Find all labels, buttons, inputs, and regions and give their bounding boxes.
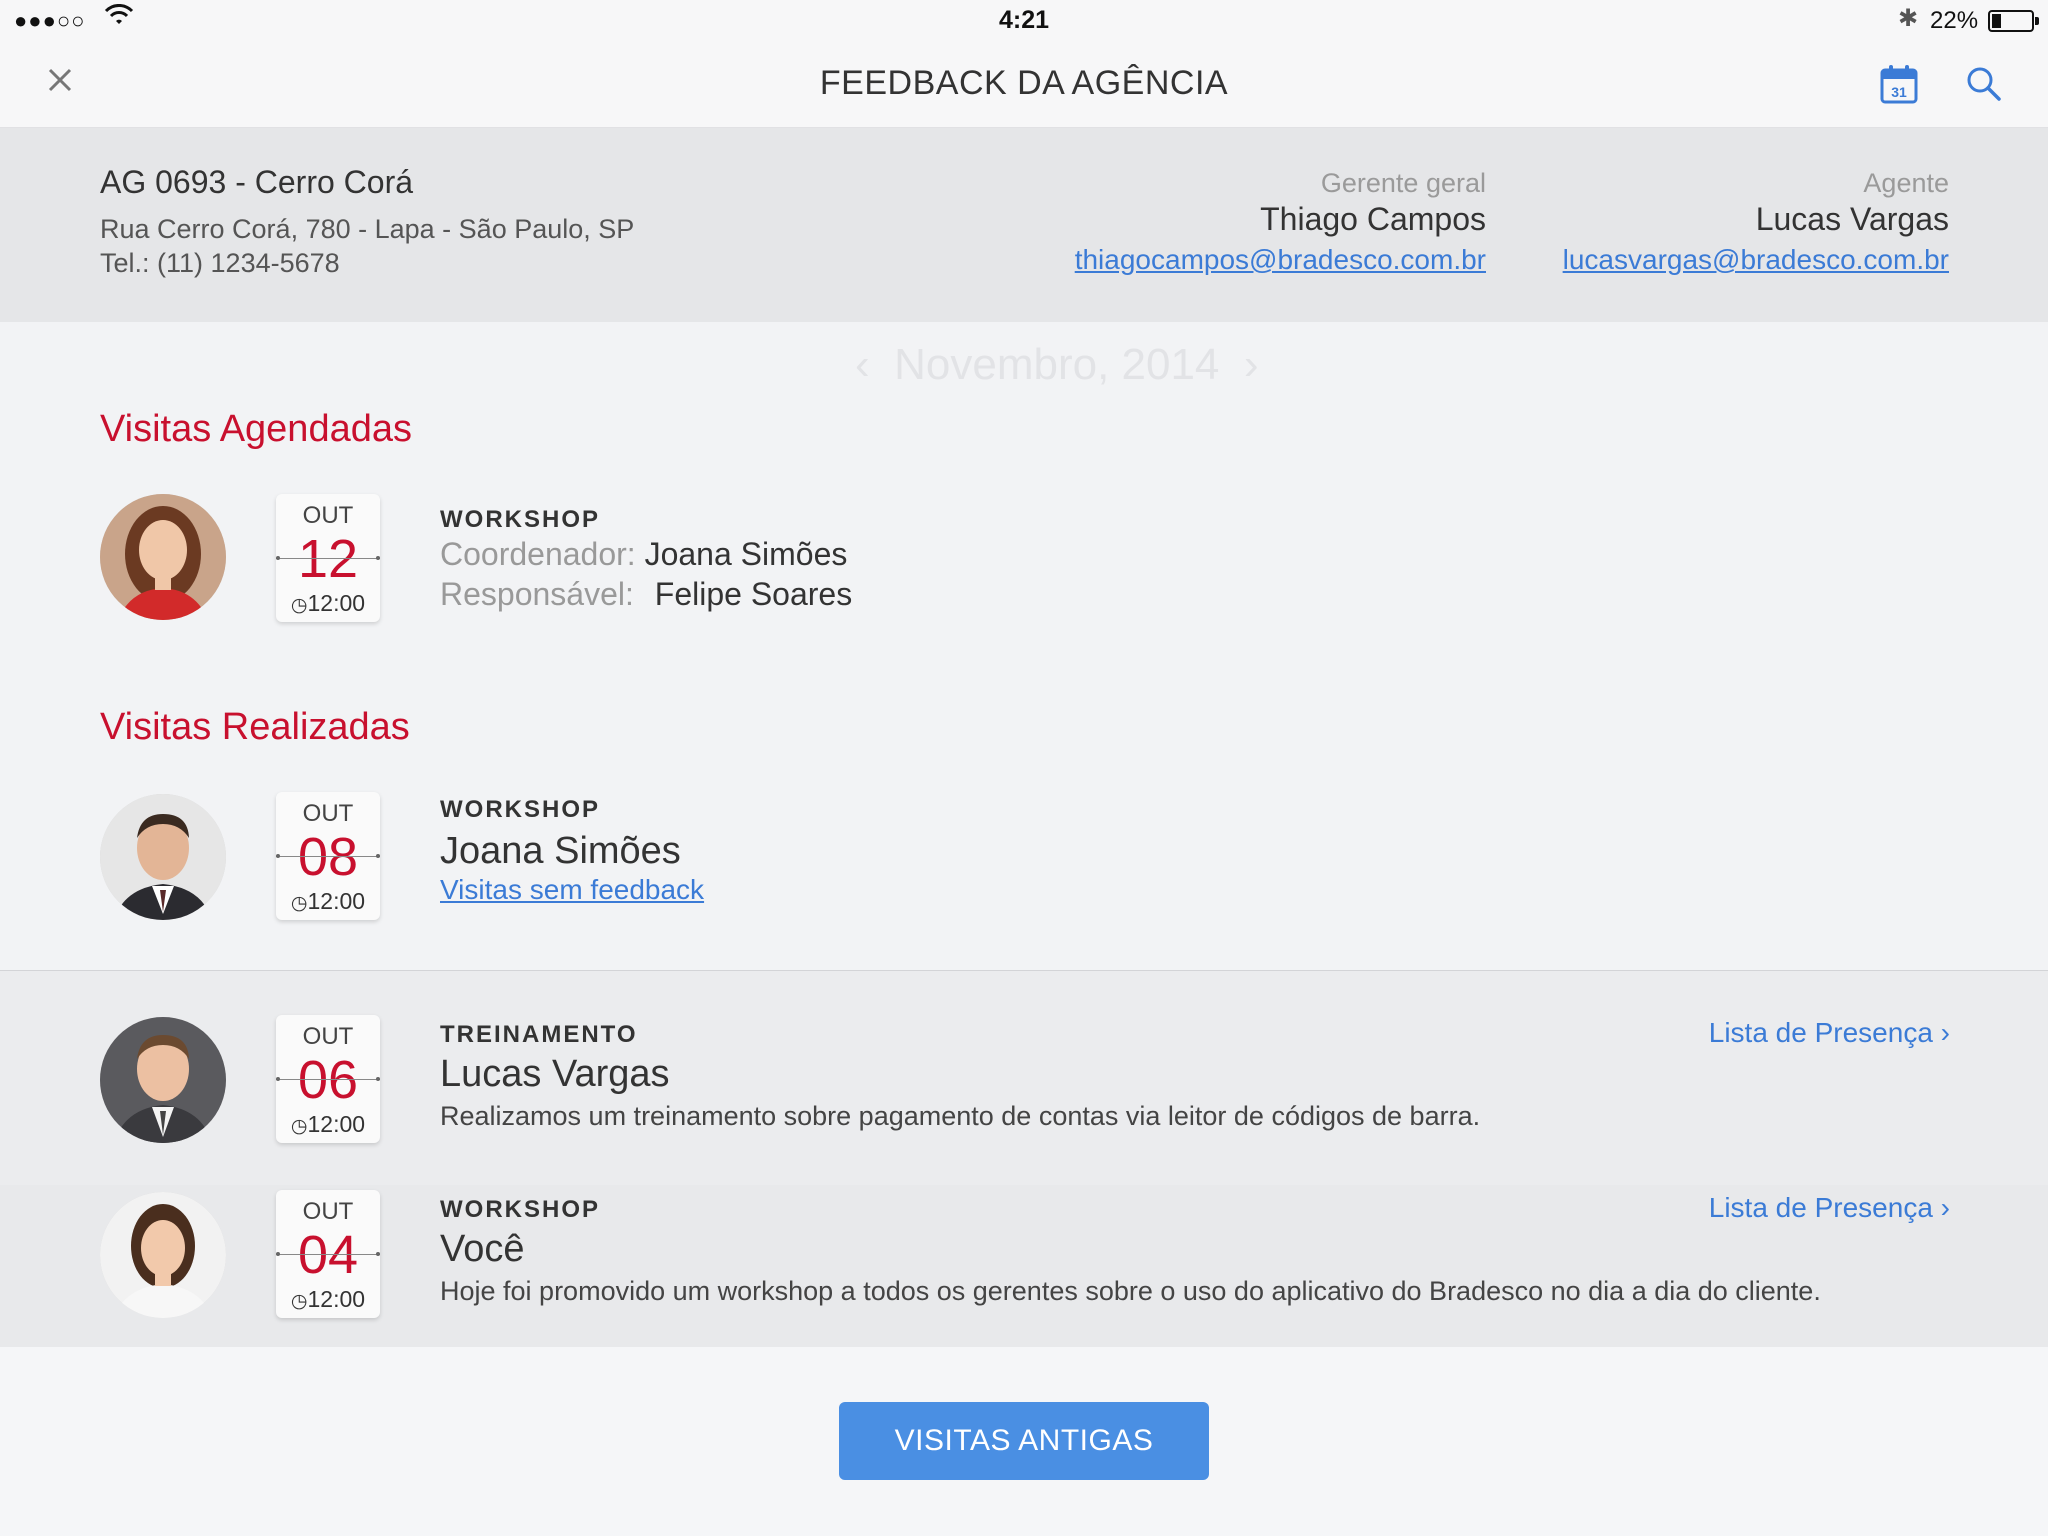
coordinator-name: Joana Simões — [644, 536, 848, 572]
agency-header: AG 0693 - Cerro Corá Rua Cerro Corá, 780… — [0, 128, 2048, 322]
date-card: OUT 08 ◷12:00 — [276, 792, 380, 920]
coordinator-label: Coordenador: — [440, 536, 636, 572]
date-day: 08 — [297, 827, 359, 887]
battery-percentage: 22% — [1930, 7, 1979, 34]
battery-level — [1992, 14, 2001, 28]
manager-name: Thiago Campos — [1260, 201, 1486, 237]
clock-icon: ◷ — [290, 1291, 308, 1312]
date-month: OUT — [302, 502, 354, 529]
visit-type: WORKSHOP — [440, 1196, 600, 1223]
avatar — [100, 494, 226, 620]
calendar-button[interactable]: 31 — [1880, 64, 1918, 104]
clock-icon: ◷ — [290, 595, 308, 616]
visits-without-feedback-link[interactable]: Visitas sem feedback — [440, 874, 704, 906]
date-month: OUT — [302, 800, 354, 827]
date-time-value: 12:00 — [307, 1286, 366, 1312]
attendance-list-label: Lista de Presença — [1708, 1192, 1933, 1223]
date-divider — [276, 556, 380, 560]
chevron-right-icon: › — [1940, 1017, 1950, 1048]
search-button[interactable] — [1966, 66, 2002, 102]
date-divider — [276, 1077, 380, 1081]
responsible-name: Felipe Soares — [654, 576, 853, 612]
avatar — [100, 1017, 226, 1143]
date-time: ◷12:00 — [276, 590, 380, 617]
visit-person: Você — [440, 1228, 525, 1270]
manager-role: Gerente geral — [1320, 168, 1486, 198]
visit-description: Realizamos um treinamento sobre pagament… — [440, 1101, 1481, 1131]
date-time-value: 12:00 — [307, 888, 366, 914]
clock-icon: ◷ — [290, 1116, 308, 1137]
avatar-man-suit-image — [100, 794, 226, 920]
completed-visit-item[interactable]: OUT 08 ◷12:00 WORKSHOP Joana Simões Visi… — [0, 792, 2048, 922]
chevron-right-icon: › — [1940, 1192, 1950, 1223]
avatar-woman-image — [100, 1192, 226, 1318]
bluetooth-icon: ✱ — [1898, 5, 1919, 32]
responsible-label: Responsável: — [440, 576, 634, 612]
visit-person: Lucas Vargas — [440, 1053, 670, 1095]
visit-description: Hoje foi promovido um workshop a todos o… — [440, 1276, 1821, 1306]
visit-responsible: Responsável: Felipe Soares — [440, 576, 852, 613]
date-month: OUT — [302, 1023, 354, 1050]
date-card: OUT 06 ◷12:00 — [276, 1015, 380, 1143]
date-divider — [276, 854, 380, 858]
avatar-woman-image — [100, 494, 226, 620]
date-time: ◷12:00 — [276, 1111, 380, 1138]
clock-icon: ◷ — [290, 893, 308, 914]
date-time-value: 12:00 — [307, 590, 366, 616]
scheduled-visit-item[interactable]: OUT 12 ◷12:00 WORKSHOP Coordenador: Joan… — [0, 494, 2048, 624]
completed-visit-item[interactable]: OUT 06 ◷12:00 TREINAMENTO Lucas Vargas R… — [0, 1015, 2048, 1145]
date-divider — [276, 1252, 380, 1256]
date-time-value: 12:00 — [307, 1111, 366, 1137]
manager-email-link[interactable]: thiagocampos@bradesco.com.br — [1075, 244, 1486, 276]
date-card: OUT 04 ◷12:00 — [276, 1190, 380, 1318]
avatar — [100, 794, 226, 920]
date-card: OUT 12 ◷12:00 — [276, 494, 380, 622]
agency-name: AG 0693 - Cerro Corá — [100, 164, 414, 200]
completed-visit-item[interactable]: OUT 04 ◷12:00 WORKSHOP Você Hoje foi pro… — [0, 1190, 2048, 1320]
agency-phone: Tel.: (11) 1234-5678 — [100, 248, 340, 278]
visit-type: WORKSHOP — [440, 796, 600, 823]
avatar-man-image — [100, 1017, 226, 1143]
date-day: 04 — [297, 1225, 359, 1285]
avatar — [100, 1192, 226, 1318]
attendance-list-link[interactable]: Lista de Presença › — [1709, 1192, 1950, 1224]
date-day: 06 — [297, 1050, 359, 1110]
clock-time: 4:21 — [998, 6, 1050, 34]
date-time: ◷12:00 — [276, 888, 380, 915]
visit-type: WORKSHOP — [440, 506, 600, 533]
navigation-bar: FEEDBACK DA AGÊNCIA 31 — [0, 40, 2048, 128]
agent-name: Lucas Vargas — [1755, 201, 1949, 237]
page-title: FEEDBACK DA AGÊNCIA — [819, 64, 1229, 102]
calendar-icon: 31 — [1880, 65, 1918, 104]
agent-contact: Agente Lucas Vargas lucasvargas@bradesco… — [1563, 168, 1949, 276]
attendance-list-link[interactable]: Lista de Presença › — [1709, 1017, 1950, 1049]
date-month: OUT — [302, 1198, 354, 1225]
completed-visits-title: Visitas Realizadas — [100, 706, 410, 748]
status-bar: ●●●○○ 4:21 ✱ 22% — [0, 0, 2048, 40]
calendar-day-number: 31 — [1891, 84, 1907, 100]
manager-contact: Gerente geral Thiago Campos thiagocampos… — [1075, 168, 1486, 276]
agent-role: Agente — [1863, 168, 1949, 198]
visit-type: TREINAMENTO — [440, 1021, 638, 1048]
date-time: ◷12:00 — [276, 1286, 380, 1313]
search-icon — [1967, 67, 2001, 101]
visit-coordinator: Coordenador: Joana Simões — [440, 536, 847, 573]
ghost-calendar-month: ‹ Novembro, 2014 › — [855, 340, 1259, 389]
battery-icon — [1988, 10, 2039, 32]
date-day: 12 — [297, 529, 359, 589]
scheduled-visits-title: Visitas Agendadas — [100, 408, 412, 450]
agent-email-link[interactable]: lucasvargas@bradesco.com.br — [1563, 244, 1949, 276]
agency-address: Rua Cerro Corá, 780 - Lapa - São Paulo, … — [100, 214, 635, 244]
old-visits-button[interactable]: VISITAS ANTIGAS — [839, 1402, 1209, 1480]
attendance-list-label: Lista de Presença — [1708, 1017, 1933, 1048]
visit-person: Joana Simões — [440, 830, 681, 872]
